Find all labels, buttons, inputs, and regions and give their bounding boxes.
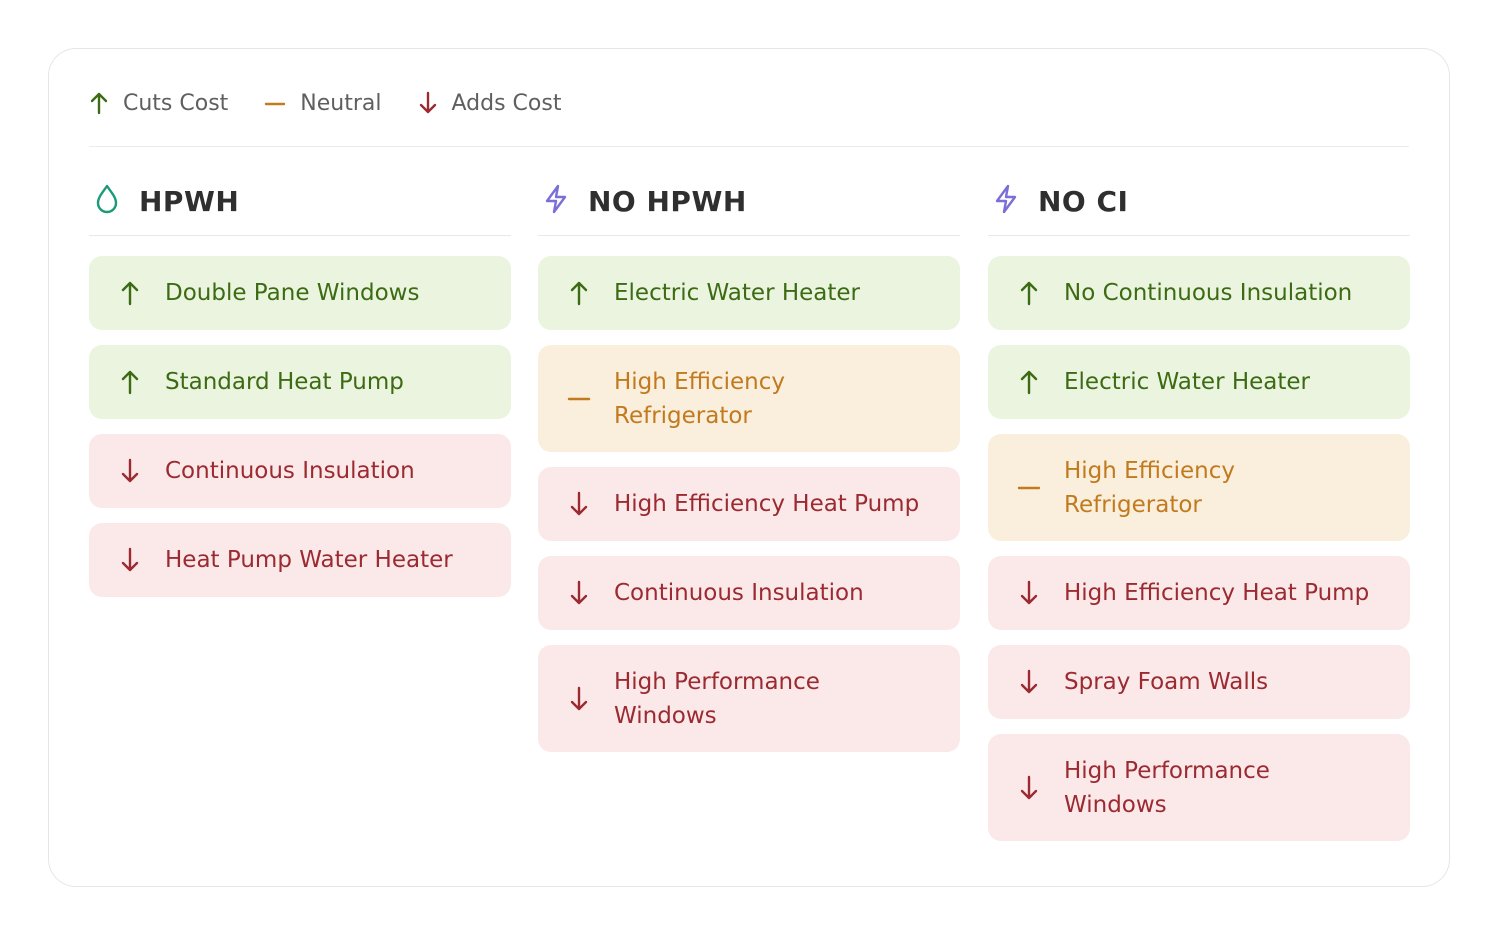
arrow-down-icon: [1016, 775, 1042, 801]
list-item-label: Continuous Insulation: [614, 580, 864, 606]
column-title: NO CI: [1038, 184, 1129, 218]
arrow-down-icon: [117, 547, 143, 573]
legend-adds-cost: Adds Cost: [418, 90, 562, 116]
list-item: No Continuous Insulation: [988, 256, 1410, 330]
item-list: No Continuous Insulation Electric Water H…: [988, 256, 1410, 841]
list-item: High Efficiency Refrigerator: [988, 434, 1410, 541]
list-item: Double Pane Windows: [89, 256, 511, 330]
column-divider: [988, 235, 1410, 236]
legend-divider: [89, 146, 1409, 147]
list-item: Heat Pump Water Heater: [89, 523, 511, 597]
list-item-label: Double Pane Windows: [165, 280, 420, 306]
legend-neutral: Neutral: [264, 90, 382, 116]
list-item: High Efficiency Heat Pump: [988, 556, 1410, 630]
column-divider: [538, 235, 960, 236]
legend: Cuts Cost Neutral Adds Cost: [89, 87, 561, 119]
arrow-down-icon: [1016, 669, 1042, 695]
list-item-label: High Performance Windows: [614, 668, 820, 729]
arrow-up-icon: [89, 91, 109, 115]
dash-icon: [1016, 475, 1042, 501]
list-item-label: Continuous Insulation: [165, 458, 415, 484]
arrow-down-icon: [117, 458, 143, 484]
arrow-up-icon: [1016, 280, 1042, 306]
column-divider: [89, 235, 511, 236]
arrow-down-icon: [566, 686, 592, 712]
list-item-label: Electric Water Heater: [614, 280, 861, 306]
lightning-bolt-icon: [992, 183, 1020, 219]
water-drop-icon: [93, 183, 121, 219]
cost-comparison-card: Cuts Cost Neutral Adds Cost HPWH Double …: [48, 48, 1450, 887]
arrow-down-icon: [418, 91, 438, 115]
list-item: Electric Water Heater: [538, 256, 960, 330]
arrow-down-icon: [566, 491, 592, 517]
arrow-down-icon: [1016, 580, 1042, 606]
list-item: Spray Foam Walls: [988, 645, 1410, 719]
item-list: Electric Water Heater High Efficiency Ref…: [538, 256, 960, 752]
list-item-label: High Efficiency Refrigerator: [1064, 457, 1235, 518]
column-header: HPWH: [89, 179, 511, 223]
list-item: Electric Water Heater: [988, 345, 1410, 419]
list-item: High Performance Windows: [988, 734, 1410, 841]
column-header: NO CI: [988, 179, 1410, 223]
arrow-up-icon: [117, 280, 143, 306]
list-item: Standard Heat Pump: [89, 345, 511, 419]
column-header: NO HPWH: [538, 179, 960, 223]
list-item-label: Electric Water Heater: [1064, 369, 1311, 395]
list-item-label: No Continuous Insulation: [1064, 280, 1353, 306]
arrow-up-icon: [1016, 369, 1042, 395]
list-item-label: Spray Foam Walls: [1064, 669, 1269, 695]
list-item-label: High Efficiency Heat Pump: [1064, 580, 1370, 606]
column-title: HPWH: [139, 184, 240, 218]
arrow-up-icon: [117, 369, 143, 395]
arrow-down-icon: [566, 580, 592, 606]
list-item-label: High Performance Windows: [1064, 757, 1270, 818]
list-item-label: High Efficiency Refrigerator: [614, 368, 785, 429]
legend-cuts-label: Cuts Cost: [123, 90, 229, 116]
legend-adds-label: Adds Cost: [451, 90, 562, 116]
legend-cuts-cost: Cuts Cost: [89, 91, 228, 116]
list-item-label: High Efficiency Heat Pump: [614, 491, 920, 517]
list-item: High Efficiency Refrigerator: [538, 345, 960, 452]
list-item-label: Heat Pump Water Heater: [165, 547, 453, 573]
dash-icon: [566, 386, 592, 412]
arrow-up-icon: [566, 280, 592, 306]
list-item: High Performance Windows: [538, 645, 960, 752]
list-item: High Efficiency Heat Pump: [538, 467, 960, 541]
item-list: Double Pane Windows Standard Heat Pump Con…: [89, 256, 511, 597]
column-no-ci: NO CI No Continuous Insulation Electric W…: [988, 179, 1410, 841]
dash-icon: [264, 91, 286, 115]
list-item: Continuous Insulation: [89, 434, 511, 508]
list-item: Continuous Insulation: [538, 556, 960, 630]
legend-neutral-label: Neutral: [300, 90, 382, 116]
lightning-bolt-icon: [542, 183, 570, 219]
column-no-hpwh: NO HPWH Electric Water Heater High Effici…: [538, 179, 960, 752]
column-hpwh: HPWH Double Pane Windows Standard Heat Pu…: [89, 179, 511, 597]
column-title: NO HPWH: [588, 184, 747, 218]
list-item-label: Standard Heat Pump: [165, 369, 404, 395]
